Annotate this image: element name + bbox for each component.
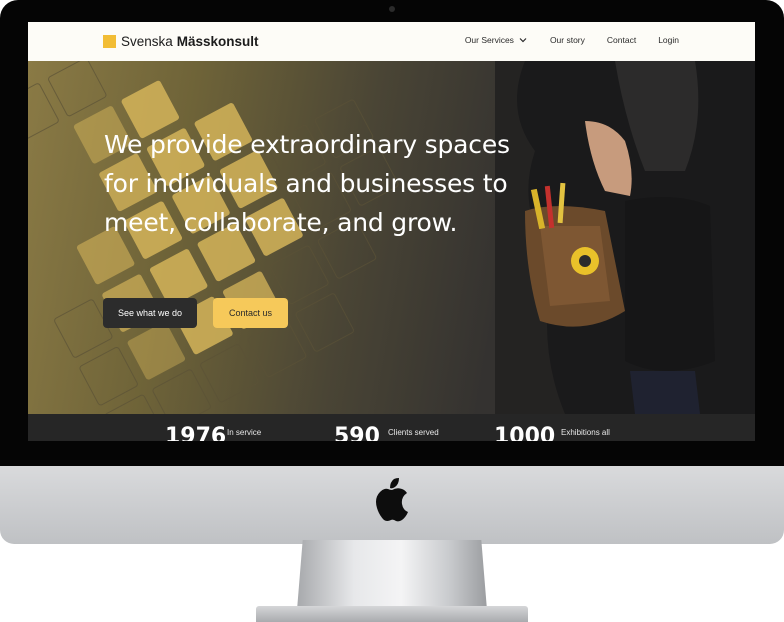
apple-logo-icon [376, 478, 408, 522]
imac-stand-base [256, 606, 528, 622]
main-nav: Our Services Our story Contact Login [465, 35, 679, 45]
brand-logo[interactable]: Svenska Mässkonsult [103, 34, 259, 49]
stat-value: 1976 [165, 424, 227, 442]
nav-contact[interactable]: Contact [607, 35, 636, 45]
imac-stand-neck [297, 540, 487, 610]
camera-dot [389, 6, 395, 12]
brand-name-light: Svenska [121, 34, 173, 49]
stat-value: 590 [334, 424, 380, 442]
brand-square-icon [103, 35, 116, 48]
website-screen: Svenska Mässkonsult Our Services Our sto… [28, 22, 755, 441]
see-what-we-do-button[interactable]: See what we do [103, 298, 197, 328]
chevron-down-icon [519, 38, 527, 43]
stat-label: Clients served [388, 428, 439, 437]
stat-label: Exhibitions all [561, 428, 610, 437]
nav-our-services-label: Our Services [464, 35, 514, 45]
nav-login[interactable]: Login [658, 35, 679, 45]
hero-headline: We provide extraordinary spaces for indi… [104, 130, 510, 237]
site-header: Svenska Mässkonsult Our Services Our sto… [28, 22, 755, 61]
nav-our-story[interactable]: Our story [550, 35, 585, 45]
hero-section: We provide extraordinary spaces for indi… [28, 61, 755, 414]
stat-value: 1000 [494, 424, 556, 442]
imac-monitor: Svenska Mässkonsult Our Services Our sto… [0, 0, 784, 466]
stat-label: In service [227, 428, 262, 437]
brand-name-bold: Mässkonsult [176, 34, 259, 49]
nav-our-services[interactable]: Our Services [465, 35, 528, 45]
stats-strip: 1976 In service 590 Clients served 1000 … [28, 414, 755, 441]
contact-us-button[interactable]: Contact us [213, 298, 288, 328]
